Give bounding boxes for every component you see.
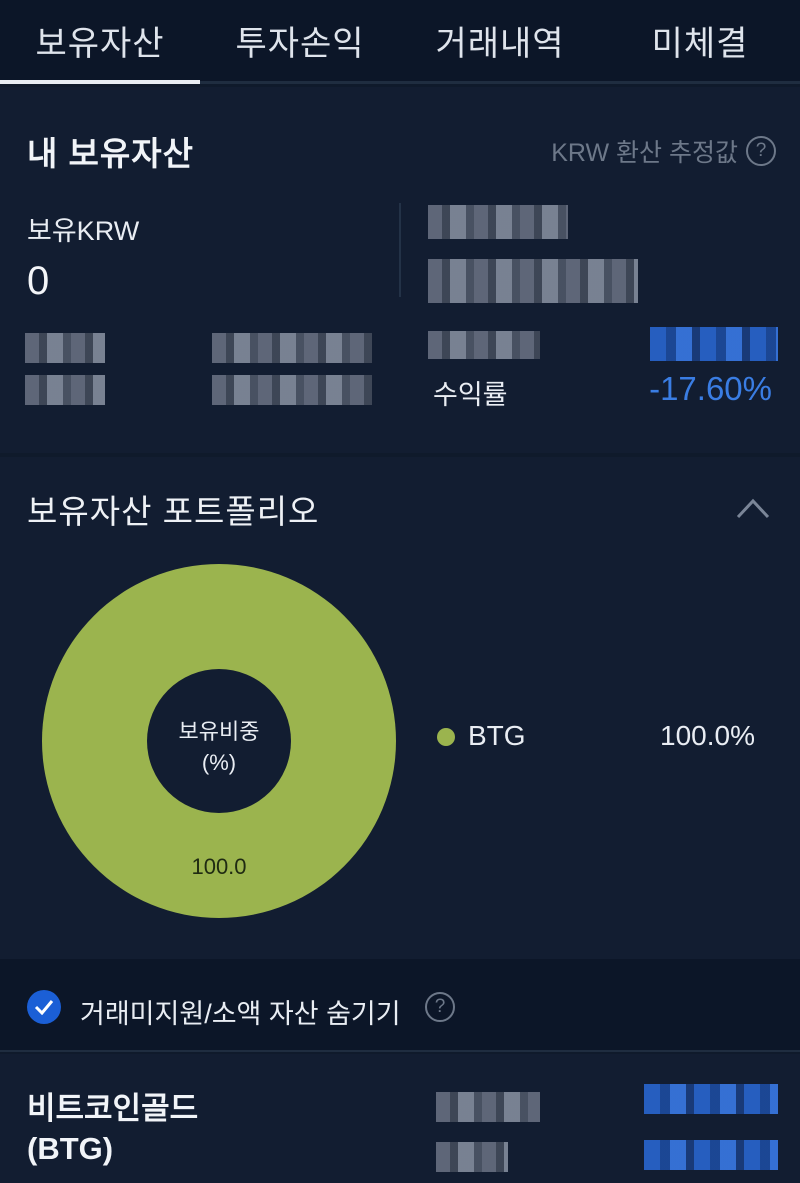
help-icon[interactable]: ?: [746, 136, 776, 166]
tab-holdings[interactable]: 보유자산: [0, 0, 200, 84]
tab-bar: 보유자산 투자손익 거래내역 미체결: [0, 0, 800, 84]
tab-trade-history-label: 거래내역: [435, 25, 565, 63]
donut-center-label: 보유비중: [179, 719, 260, 744]
chevron-up-icon[interactable]: [736, 497, 770, 519]
checkbox-checked-icon[interactable]: [27, 990, 61, 1024]
asset-name-korean: 비트코인골드: [27, 1091, 199, 1126]
legend-color-dot: [437, 728, 455, 746]
help-icon[interactable]: ?: [425, 992, 455, 1022]
tab-trade-history[interactable]: 거래내역: [400, 0, 600, 81]
summary-title: 내 보유자산: [27, 135, 194, 172]
krw-estimate-label: KRW 환산 추정값: [551, 139, 738, 167]
redacted-value: [644, 1140, 778, 1170]
redacted-value: [436, 1092, 540, 1122]
krw-value: 0: [27, 259, 50, 303]
asset-row[interactable]: 비트코인골드 (BTG): [0, 1054, 800, 1183]
return-rate-value: -17.60%: [649, 370, 772, 407]
redacted-label: [428, 331, 540, 359]
hide-small-assets-row[interactable]: 거래미지원/소액 자산 숨기기 ?: [0, 959, 800, 1052]
redacted-value: [212, 375, 372, 405]
portfolio-donut-chart: 보유비중 (%) 100.0: [42, 564, 396, 918]
donut-slice-label: 100.0: [191, 854, 246, 879]
asset-ticker: (BTG): [27, 1131, 114, 1166]
tab-profit-loss-label: 투자손익: [235, 25, 365, 63]
redacted-label: [25, 333, 105, 363]
tab-holdings-label: 보유자산: [35, 25, 165, 63]
portfolio-section: 보유자산 포트폴리오 보유비중 (%) 100.0 BTG 100.0%: [0, 457, 800, 959]
return-rate-label: 수익률: [433, 380, 508, 410]
tab-profit-loss[interactable]: 투자손익: [200, 0, 400, 81]
legend-asset-name: BTG: [468, 720, 526, 751]
vertical-divider: [399, 203, 401, 297]
portfolio-title: 보유자산 포트폴리오: [27, 493, 320, 530]
redacted-label: [25, 375, 105, 405]
tab-open-orders-label: 미체결: [651, 25, 749, 63]
redacted-value: [436, 1142, 508, 1172]
tab-open-orders[interactable]: 미체결: [600, 0, 800, 81]
redacted-value: [428, 259, 638, 303]
redacted-value: [644, 1084, 778, 1114]
krw-label: 보유KRW: [27, 216, 140, 246]
donut-center-unit: (%): [202, 750, 236, 775]
holdings-summary: 내 보유자산 KRW 환산 추정값 ? 보유KRW 0 수익률 -17.60%: [0, 87, 800, 453]
hide-small-assets-label[interactable]: 거래미지원/소액 자산 숨기기: [80, 992, 401, 1031]
redacted-label: [428, 205, 568, 239]
redacted-value: [212, 333, 372, 363]
legend-asset-percent: 100.0%: [660, 720, 755, 751]
krw-estimate-note[interactable]: KRW 환산 추정값 ?: [551, 133, 776, 169]
redacted-value: [650, 327, 778, 361]
asset-name: 비트코인골드 (BTG): [27, 1089, 198, 1169]
